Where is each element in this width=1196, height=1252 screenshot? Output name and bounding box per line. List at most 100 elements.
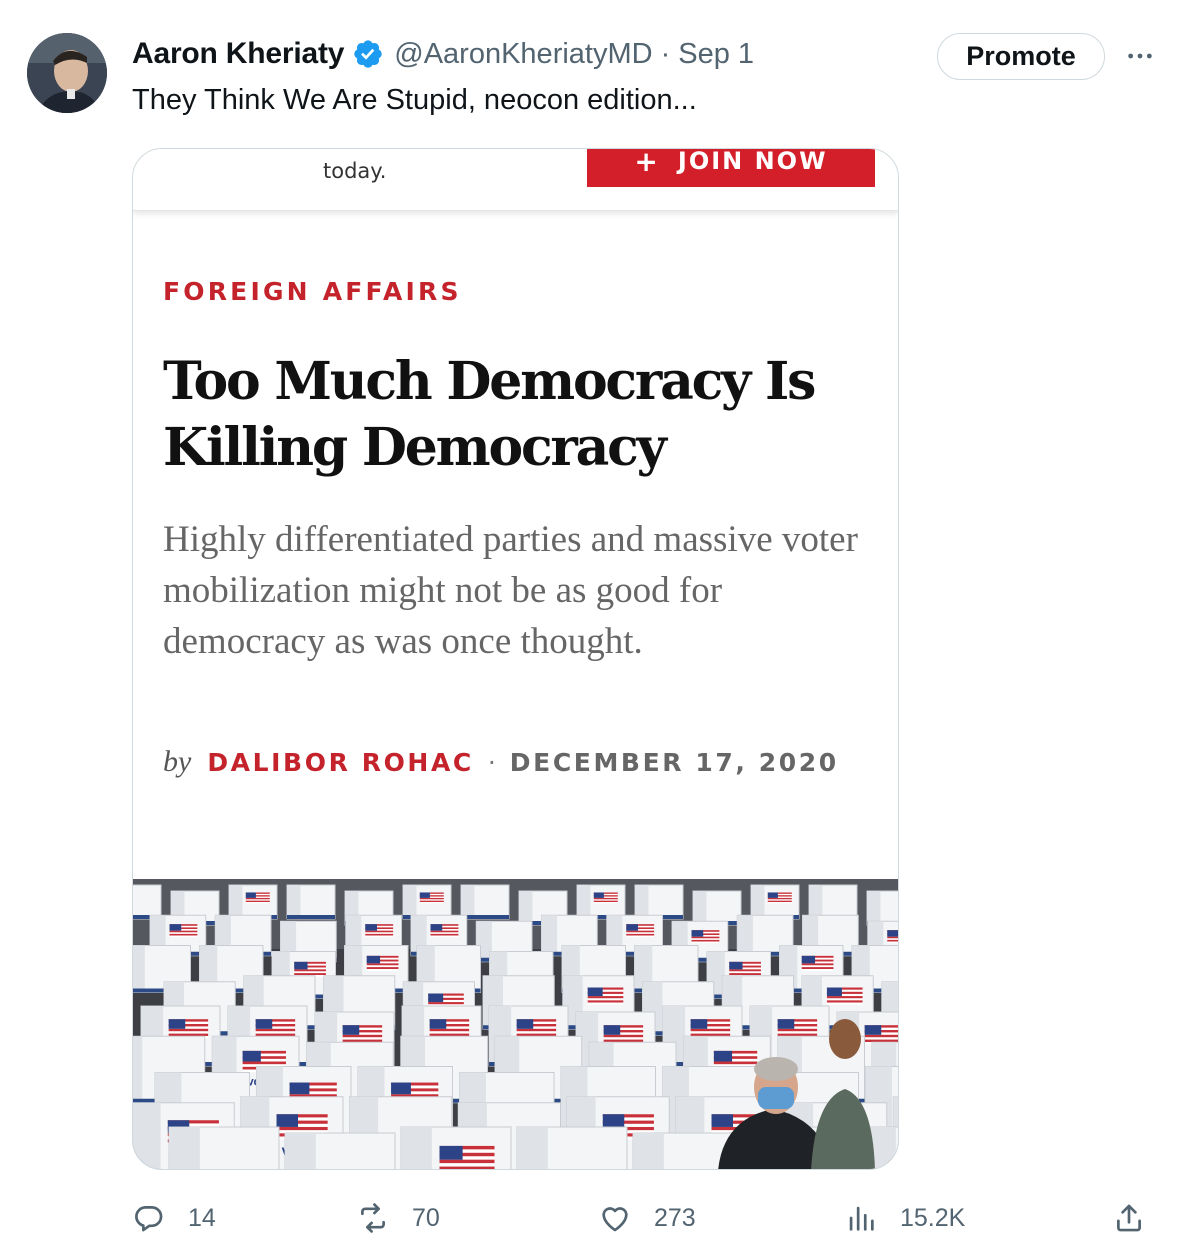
flag-canton (342, 1025, 360, 1035)
flag-canton (603, 1025, 621, 1035)
flag-canton (294, 961, 308, 970)
flag-stripe (419, 897, 444, 900)
flag-stripe (801, 963, 834, 966)
flag-canton (242, 1050, 261, 1062)
tweet-date[interactable]: Sep 1 (678, 38, 754, 71)
avatar[interactable] (27, 33, 107, 113)
flag-stripe (603, 1039, 644, 1042)
flag-canton (887, 930, 898, 937)
voting-booth (133, 884, 162, 920)
booth-side (541, 915, 558, 956)
author-name[interactable]: Aaron Kheriaty (132, 37, 344, 71)
face-mask (758, 1087, 794, 1109)
flag-canton (691, 930, 704, 937)
person-hair (754, 1057, 798, 1081)
flag-stripe (255, 1033, 296, 1036)
avatar-image (27, 33, 107, 113)
booth-side (635, 885, 649, 919)
flag-canton (365, 924, 377, 931)
flag-stripe (691, 936, 720, 939)
flag-stripe (430, 933, 459, 936)
flag-canton (391, 1082, 411, 1095)
booth-side (517, 1127, 548, 1169)
author-handle[interactable]: @AaronKheriatyMD (394, 38, 652, 71)
action-bar: 14 70 273 15.2K (132, 1196, 1162, 1240)
flag-stripe (439, 1166, 495, 1169)
promote-button[interactable]: Promote (937, 33, 1105, 80)
byline-author: DALIBOR ROHAC (207, 748, 474, 777)
topbar-text: today. (323, 159, 387, 183)
flag-canton (169, 924, 182, 931)
flag-stripe (342, 1039, 383, 1042)
more-dots-icon[interactable] (1122, 38, 1158, 74)
views-button[interactable]: 15.2K (844, 1196, 965, 1240)
share-button[interactable] (1112, 1196, 1146, 1240)
booth-side (401, 1127, 432, 1169)
flag-stripe (255, 1028, 296, 1032)
flag-stripe (864, 1039, 898, 1042)
flag-stripe (593, 897, 618, 900)
tweet-media[interactable]: today. + JOIN NOW FOREIGN AFFAIRS Too Mu… (132, 148, 899, 1170)
flag-stripe (169, 930, 198, 933)
booth-side (133, 1102, 161, 1169)
flag-stripe (826, 1000, 863, 1003)
flag-canton (276, 1114, 299, 1127)
flag-stripe (428, 1002, 464, 1005)
flag-canton (777, 1019, 795, 1029)
flag-stripe (294, 969, 326, 972)
article-byline: by DALIBOR ROHAC · DECEMBER 17, 2020 (163, 745, 839, 779)
tweet-text: They Think We Are Stupid, neocon edition… (132, 84, 697, 116)
booth-side (287, 885, 301, 919)
flag-canton (711, 1114, 734, 1127)
flag-stripe (587, 996, 624, 999)
byline-date: DECEMBER 17, 2020 (509, 748, 839, 777)
flag-canton (593, 892, 604, 898)
booth-side (285, 1133, 316, 1169)
join-label: JOIN NOW (677, 148, 828, 175)
header-separator: · (660, 37, 671, 70)
flag-stripe (342, 1034, 383, 1038)
flag-stripe (366, 967, 399, 969)
article-dek: Highly differentiated parties and massiv… (163, 519, 858, 662)
booth-side (519, 891, 533, 925)
flag-canton (419, 892, 430, 898)
voting-booths-photo: VOTEVOTEVOTOTETEVOTTEVOT (133, 879, 898, 1169)
plus-icon: + (634, 148, 660, 178)
flag-stripe (276, 1126, 328, 1131)
flag-stripe (691, 939, 720, 942)
flag-stripe (729, 969, 761, 972)
heart-icon (602, 1207, 628, 1232)
booth-side (403, 885, 417, 919)
repost-button[interactable]: 70 (356, 1196, 440, 1240)
flag-canton (713, 1050, 733, 1062)
like-button[interactable]: 273 (598, 1196, 696, 1240)
flag-canton (587, 987, 603, 997)
flag-stripe (887, 936, 898, 939)
booth-side (867, 891, 881, 925)
flag-stripe (429, 1033, 470, 1036)
second-person-head (829, 1019, 861, 1059)
flag-canton (767, 892, 778, 898)
reply-count: 14 (188, 1203, 216, 1232)
flag-canton (366, 955, 381, 964)
flag-stripe (430, 930, 459, 933)
booth-side (169, 1127, 200, 1169)
booth-base (287, 915, 335, 919)
flag-canton (428, 993, 444, 1003)
flag-canton (626, 924, 638, 931)
flag-stripe (593, 900, 618, 902)
reply-button[interactable]: 14 (132, 1196, 216, 1240)
flag-stripe (587, 1000, 624, 1003)
flag-canton (729, 961, 743, 970)
flag-stripe (626, 933, 655, 936)
flag-canton (602, 1114, 625, 1127)
booth-side (633, 1133, 664, 1169)
booth-side (461, 885, 475, 919)
booth-side (133, 1036, 143, 1103)
tweet-header: Aaron Kheriaty @AaronKheriatyMD · Sep 1 (132, 34, 754, 74)
views-chart-icon (849, 1206, 874, 1231)
flag-stripe (690, 1028, 731, 1032)
booth-side (133, 945, 145, 993)
verified-badge-icon[interactable] (352, 38, 384, 70)
views-count: 15.2K (900, 1203, 966, 1232)
